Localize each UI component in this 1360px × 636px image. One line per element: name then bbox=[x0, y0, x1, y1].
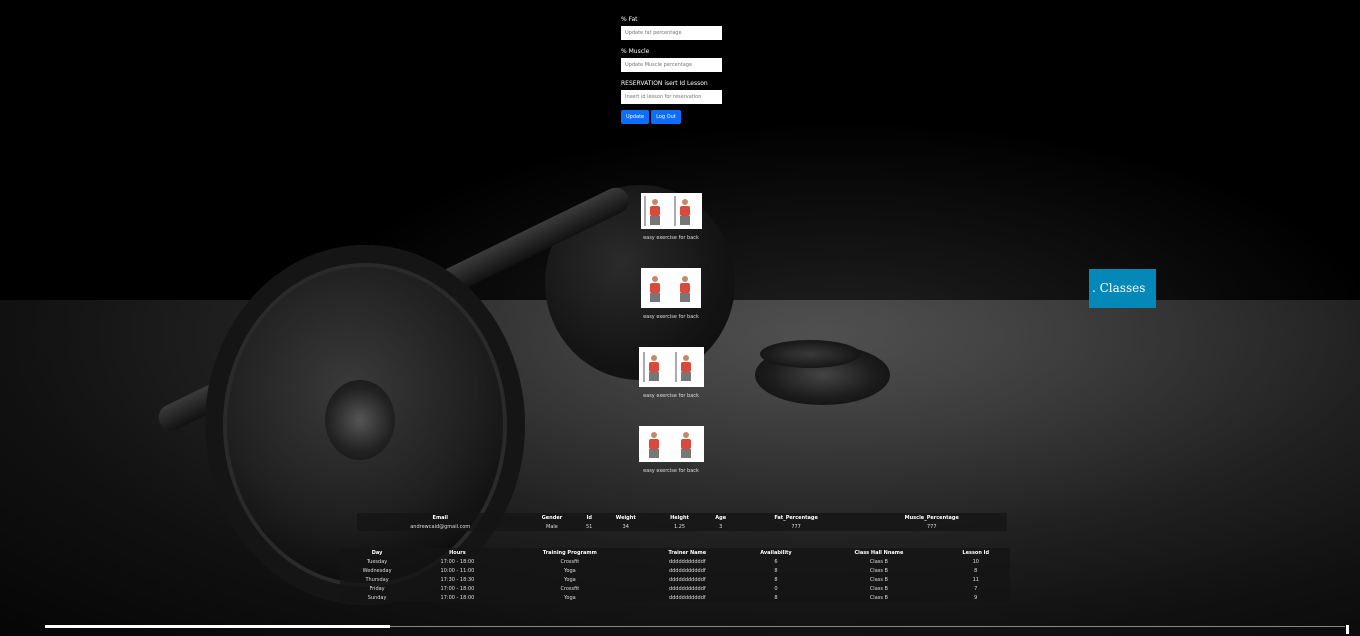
table-cell: Wednesday bbox=[362, 567, 392, 574]
exercise-image bbox=[640, 193, 702, 229]
exercise-caption: easy exercise for back bbox=[643, 393, 699, 399]
table-cell: 8 bbox=[774, 594, 778, 601]
exercise-caption: easy exercise for back bbox=[643, 235, 699, 241]
table-cell: Tuesday bbox=[366, 558, 388, 565]
column-header: Age bbox=[715, 514, 727, 521]
column-header: Height bbox=[670, 514, 689, 521]
table-row: Sunday 17:00 - 18:00 Yoga dddddddddddf 8… bbox=[340, 593, 1010, 602]
table-cell: 34 bbox=[622, 523, 629, 530]
column-header: Class Hall Nname bbox=[854, 549, 904, 556]
fat-input[interactable] bbox=[621, 26, 722, 40]
table-cell: dddddddddddf bbox=[668, 558, 706, 565]
column-header: Weight bbox=[615, 514, 636, 521]
table-cell: Yoga bbox=[564, 594, 576, 601]
column-header: Id bbox=[586, 514, 592, 521]
table-cell: Crossfit bbox=[560, 585, 580, 592]
table-cell: 7 bbox=[974, 585, 978, 592]
reservation-input[interactable] bbox=[621, 90, 722, 104]
table-cell: Yoga bbox=[564, 567, 576, 574]
exercise-image bbox=[638, 426, 704, 462]
table-row: Friday 17:00 - 18:00 Crossfit dddddddddd… bbox=[340, 584, 1010, 593]
fat-label: % Fat bbox=[621, 16, 638, 23]
table-cell: Sunday bbox=[367, 594, 387, 601]
table-cell: Male bbox=[546, 523, 558, 530]
exercise-caption: easy exercise for back bbox=[643, 314, 699, 320]
exercise-card: easy exercise for back bbox=[621, 268, 721, 320]
horizontal-scrollbar-thumb[interactable] bbox=[45, 625, 390, 628]
column-header: Hours bbox=[449, 549, 466, 556]
column-header: Trainer Name bbox=[668, 549, 707, 556]
column-header: Muscle_Percentage bbox=[904, 514, 959, 521]
exercise-image bbox=[641, 268, 701, 308]
scrollbar-end-marker bbox=[1346, 625, 1349, 634]
table-cell: 777 bbox=[926, 523, 937, 530]
table-header-row: Day Hours Training Programm Trainer Name… bbox=[340, 548, 1010, 557]
table-cell: 17:00 - 18:00 bbox=[440, 558, 475, 565]
table-cell: 17:30 - 18:30 bbox=[440, 576, 475, 583]
table-row: andrewcaid@gmail.com Male 51 34 1.25 3 7… bbox=[357, 522, 1007, 531]
table-cell: Class B bbox=[869, 576, 888, 583]
column-header: Gender bbox=[541, 514, 563, 521]
table-cell: 17:00 - 18:00 bbox=[440, 594, 475, 601]
column-header: Availability bbox=[760, 549, 792, 556]
table-cell: Yoga bbox=[564, 576, 576, 583]
exercise-caption: easy exercise for back bbox=[643, 468, 699, 474]
table-cell: Class B bbox=[869, 585, 888, 592]
table-cell: 51 bbox=[586, 523, 593, 530]
muscle-label: % Muscle bbox=[621, 48, 650, 55]
exercise-image bbox=[638, 347, 704, 387]
column-header: Email bbox=[432, 514, 448, 521]
profile-table: Email Gender Id Weight Height Age Fat_Pe… bbox=[357, 513, 1007, 531]
reservation-label: RESERVATION isert Id Lesson bbox=[621, 80, 708, 87]
table-cell: 17:00 - 18:00 bbox=[440, 585, 475, 592]
table-cell: 777 bbox=[791, 523, 801, 530]
table-cell: 8 bbox=[774, 576, 778, 583]
table-cell: 11 bbox=[972, 576, 979, 583]
table-cell: dddddddddddf bbox=[668, 585, 706, 592]
table-cell: 3 bbox=[719, 523, 723, 530]
table-cell: Thursday bbox=[365, 576, 389, 583]
table-cell: 8 bbox=[774, 567, 778, 574]
schedule-table: Day Hours Training Programm Trainer Name… bbox=[340, 548, 1010, 602]
table-row: Wednesday 10:00 - 11:00 Yoga ddddddddddd… bbox=[340, 566, 1010, 575]
table-header-row: Email Gender Id Weight Height Age Fat_Pe… bbox=[357, 513, 1007, 522]
logout-button[interactable]: Log Out bbox=[651, 110, 681, 124]
exercise-card: easy exercise for back bbox=[621, 426, 721, 474]
table-cell: Friday bbox=[369, 585, 385, 592]
column-header: Fat_Percentage bbox=[774, 514, 818, 521]
column-header: Lesson Id bbox=[962, 549, 990, 556]
table-cell: Crossfit bbox=[560, 558, 580, 565]
muscle-input[interactable] bbox=[621, 58, 722, 72]
table-row: Tuesday 17:00 - 18:00 Crossfit ddddddddd… bbox=[340, 557, 1010, 566]
exercise-card: easy exercise for back bbox=[621, 193, 721, 241]
table-cell: 10:00 - 11:00 bbox=[440, 567, 475, 574]
horizontal-scrollbar-track[interactable] bbox=[390, 626, 1345, 627]
table-cell: 0 bbox=[774, 585, 778, 592]
classes-button[interactable]: . Classes bbox=[1089, 269, 1156, 308]
column-header: Training Programm bbox=[542, 549, 597, 556]
table-cell: 8 bbox=[974, 567, 978, 574]
table-cell: Class B bbox=[869, 594, 888, 601]
table-cell: dddddddddddf bbox=[668, 567, 706, 574]
exercise-card: easy exercise for back bbox=[621, 347, 721, 399]
table-cell: 1.25 bbox=[673, 523, 686, 530]
table-cell: 6 bbox=[774, 558, 778, 565]
update-form: % Fat % Muscle RESERVATION isert Id Less… bbox=[621, 14, 741, 124]
table-cell: Class B bbox=[869, 567, 888, 574]
table-cell: 9 bbox=[974, 594, 978, 601]
table-row: Thursday 17:30 - 18:30 Yoga dddddddddddf… bbox=[340, 575, 1010, 584]
table-cell: andrewcaid@gmail.com bbox=[410, 523, 471, 530]
table-cell: 10 bbox=[972, 558, 979, 565]
table-cell: Class B bbox=[869, 558, 888, 565]
table-cell: dddddddddddf bbox=[668, 576, 706, 583]
update-button[interactable]: Update bbox=[621, 110, 650, 124]
table-cell: dddddddddddf bbox=[668, 594, 706, 601]
column-header: Day bbox=[371, 549, 383, 556]
